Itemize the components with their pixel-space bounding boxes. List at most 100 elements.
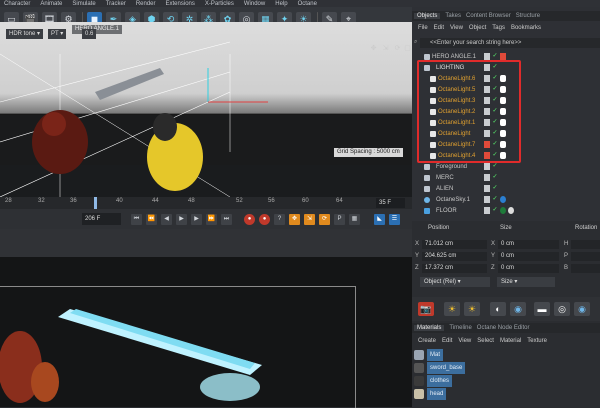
materials-menu-material[interactable]: Material	[500, 338, 521, 344]
rotate-view-icon[interactable]: ⟳	[394, 45, 401, 52]
objects-menu-bookmarks[interactable]: Bookmarks	[511, 25, 541, 31]
material-tag-icon	[508, 207, 514, 214]
rotation-p-field[interactable]	[571, 252, 600, 261]
rotation-p-label: P	[564, 253, 569, 259]
texture-environment-icon[interactable]: ◉	[510, 302, 526, 316]
maximize-view-icon[interactable]: ▢	[404, 45, 411, 52]
tab-materials[interactable]: Materials	[414, 325, 445, 331]
material-item-sword-base[interactable]: sword_base	[414, 362, 466, 374]
previous-frame-icon[interactable]: ◀	[161, 213, 172, 225]
objects-menu-edit[interactable]: Edit	[434, 25, 444, 31]
rotation-key-icon[interactable]: ⟳	[319, 213, 330, 225]
previous-key-icon[interactable]: ⏪	[146, 213, 157, 225]
materials-menu-select[interactable]: Select	[477, 338, 494, 344]
size-z-field[interactable]: 0 cm	[498, 264, 559, 273]
merc-head	[42, 112, 66, 136]
material-item-head[interactable]: head	[414, 388, 447, 400]
render-value-field[interactable]: 0.6	[82, 29, 97, 39]
menu-bar: Character Animate Simulate Tracker Rende…	[0, 0, 600, 7]
timeline-playhead[interactable]	[94, 197, 97, 209]
parameter-key-icon[interactable]: P	[334, 213, 345, 225]
timeline-tick: 56	[268, 198, 275, 204]
next-key-icon[interactable]: ⏩	[206, 213, 217, 225]
objects-menu-tags[interactable]: Tags	[492, 25, 505, 31]
object-row-floor[interactable]: FLOOR ✓	[414, 206, 600, 216]
material-swatch-icon	[414, 389, 424, 399]
menu-tracker[interactable]: Tracker	[106, 1, 126, 7]
size-mode-dropdown[interactable]: Size ▾	[497, 277, 555, 287]
go-to-start-icon[interactable]: ⏮	[131, 213, 142, 225]
hdri-environment-icon[interactable]: ◐	[490, 302, 506, 316]
zoom-view-icon[interactable]: ⇲	[382, 45, 389, 52]
scale-key-icon[interactable]: ⇲	[304, 213, 315, 225]
tab-content-browser[interactable]: Content Browser	[466, 13, 511, 19]
materials-menu-view[interactable]: View	[458, 338, 471, 344]
rotation-b-field[interactable]	[571, 264, 600, 273]
object-row-merc[interactable]: MERC ✓	[414, 173, 600, 183]
spot-light-icon[interactable]: ◉	[574, 302, 590, 316]
octane-shortcut-bar	[412, 297, 600, 321]
menu-help[interactable]: Help	[275, 1, 287, 7]
render-mode-dropdown[interactable]: PT ▾	[48, 29, 67, 39]
objects-tabs: Objects Takes Content Browser Structure	[412, 11, 600, 21]
schedule-icon[interactable]: ☰	[389, 213, 400, 225]
point-key-icon[interactable]: ▦	[349, 213, 360, 225]
object-row-octane-sky[interactable]: OctaneSky.1 ✓	[414, 195, 600, 205]
menu-x-particles[interactable]: X-Particles	[205, 1, 234, 7]
object-search-input[interactable]: <<Enter your search string here>>	[420, 38, 600, 48]
object-tags: ✓	[484, 174, 500, 181]
tab-octane-node-editor[interactable]: Octane Node Editor	[477, 325, 530, 331]
menu-animate[interactable]: Animate	[40, 1, 62, 7]
timeline-mode-icon[interactable]: ◣	[374, 213, 385, 225]
materials-menu-create[interactable]: Create	[418, 338, 436, 344]
position-x-field[interactable]: 71.012 cm	[422, 240, 487, 249]
daylight-icon[interactable]: ☀	[444, 302, 460, 316]
rotation-h-field[interactable]	[571, 240, 600, 249]
material-item-clothes[interactable]: clothes	[414, 375, 453, 387]
objects-menu-object[interactable]: Object	[469, 25, 486, 31]
size-x-field[interactable]: 0 cm	[498, 240, 559, 249]
autokey-icon[interactable]: ●	[259, 213, 270, 225]
area-light-shortcut-icon[interactable]: ▬	[534, 302, 550, 316]
menu-simulate[interactable]: Simulate	[72, 1, 95, 7]
position-header: Position	[428, 225, 450, 231]
materials-menu-edit[interactable]: Edit	[442, 338, 452, 344]
menu-window[interactable]: Window	[244, 1, 265, 7]
tab-timeline[interactable]: Timeline	[449, 325, 471, 331]
keyframe-selection-icon[interactable]: ?	[274, 213, 285, 225]
menu-render[interactable]: Render	[136, 1, 156, 7]
timeline-tick: 60	[302, 198, 309, 204]
object-row-foreground[interactable]: Foreground ✓	[414, 162, 600, 172]
timeline-ruler[interactable]: 28 32 36 40 44 48 52 56 60 64	[0, 197, 412, 209]
object-tags: ✓	[484, 53, 508, 60]
menu-extensions[interactable]: Extensions	[166, 1, 195, 7]
null-object-icon	[424, 186, 430, 192]
move-view-icon[interactable]: ✥	[370, 45, 377, 52]
menu-octane[interactable]: Octane	[298, 1, 317, 7]
play-icon[interactable]: ▶	[176, 213, 187, 225]
current-frame-field[interactable]: 206 F	[82, 213, 121, 225]
end-frame-field[interactable]: 35 F	[376, 198, 405, 208]
tab-structure[interactable]: Structure	[516, 13, 540, 19]
live-viewer-camera-icon[interactable]: 📷	[418, 302, 434, 316]
sun-light-icon[interactable]: ☀	[464, 302, 480, 316]
materials-menu-texture[interactable]: Texture	[527, 338, 547, 344]
position-z-field[interactable]: 17.372 cm	[422, 264, 487, 273]
tab-takes[interactable]: Takes	[445, 13, 461, 19]
tab-objects[interactable]: Objects	[414, 13, 441, 19]
targeted-light-icon[interactable]: ◎	[554, 302, 570, 316]
object-row-alien[interactable]: ALIEN ✓	[414, 184, 600, 194]
material-item-mat[interactable]: Mat	[414, 349, 444, 361]
go-to-end-icon[interactable]: ⏭	[221, 213, 232, 225]
layer-tag-icon	[484, 207, 490, 214]
size-y-field[interactable]: 0 cm	[498, 252, 559, 261]
record-icon[interactable]: ●	[244, 213, 255, 225]
objects-menu-view[interactable]: View	[450, 25, 463, 31]
coordinate-mode-dropdown[interactable]: Object (Rel) ▾	[420, 277, 490, 287]
position-key-icon[interactable]: ✥	[289, 213, 300, 225]
objects-menu-file[interactable]: File	[418, 25, 428, 31]
hdr-tone-dropdown[interactable]: HDR tone ▾	[6, 29, 44, 39]
menu-character[interactable]: Character	[4, 1, 30, 7]
next-frame-icon[interactable]: ▶	[191, 213, 202, 225]
position-y-field[interactable]: 204.625 cm	[422, 252, 487, 261]
